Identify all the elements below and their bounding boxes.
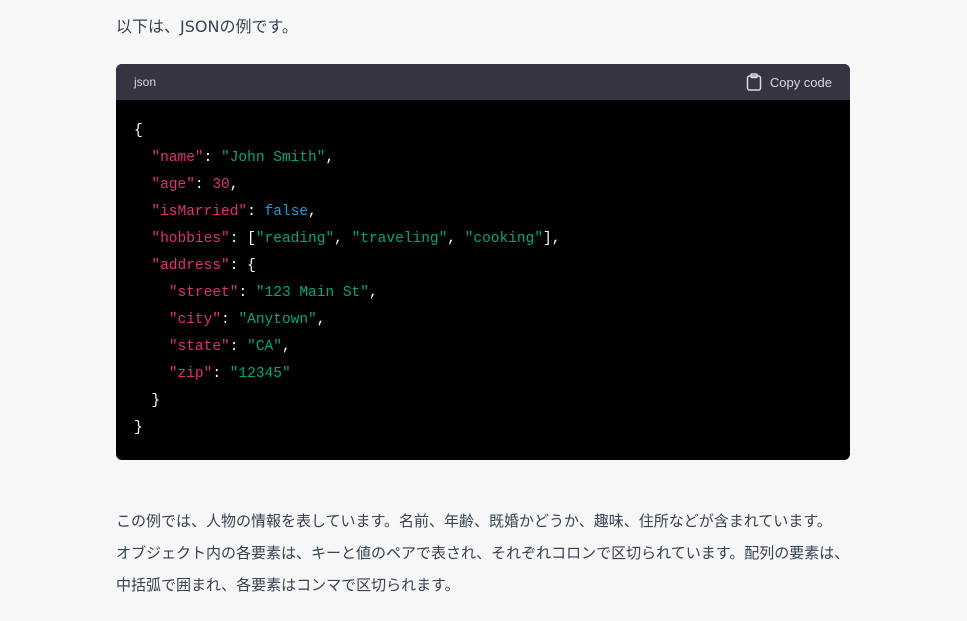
code-punctuation: : — [247, 204, 265, 220]
code-content: { "name": "John Smith", "age": 30, "isMa… — [116, 100, 850, 442]
explanation-line: この例では、人物の情報を表しています。名前、年齢、既婚かどうか、趣味、住所などが… — [116, 512, 832, 530]
code-line: { — [134, 118, 832, 145]
copy-code-label: Copy code — [769, 74, 832, 90]
code-punctuation: { — [134, 123, 143, 139]
code-punctuation — [134, 312, 169, 328]
json-string: "123 Main St" — [255, 285, 369, 301]
copy-code-button[interactable]: Copy code — [746, 73, 832, 91]
code-punctuation: , — [368, 285, 378, 301]
json-string: "cooking" — [464, 231, 544, 247]
code-punctuation: , — [229, 177, 239, 193]
clipboard-icon — [746, 73, 762, 91]
code-punctuation: , — [316, 312, 326, 328]
code-punctuation: : — [221, 312, 239, 328]
json-string: "reading" — [255, 231, 335, 247]
code-punctuation — [134, 231, 151, 247]
code-punctuation: , — [447, 231, 465, 247]
code-punctuation: } — [134, 420, 143, 436]
code-punctuation: : [ — [229, 231, 256, 247]
code-line: "isMarried": false, — [134, 199, 832, 226]
json-string: "traveling" — [351, 231, 448, 247]
json-key: "name" — [151, 150, 204, 166]
code-punctuation: : — [203, 150, 222, 166]
code-punctuation — [134, 150, 151, 166]
explanation-line: オブジェクト内の各要素は、キーと値のペアで表され、それぞれコロンで区切られていま… — [116, 544, 850, 562]
json-key: "hobbies" — [151, 231, 230, 247]
json-key: "zip" — [168, 366, 213, 382]
explanation-line: 中括弧で囲まれ、各要素はコンマで区切られます。 — [116, 576, 460, 594]
code-line: "address": { — [134, 253, 832, 280]
code-punctuation: : — [194, 177, 213, 193]
code-punctuation — [134, 258, 151, 274]
code-block: json Copy code { "name": "John Smith", "… — [116, 64, 850, 460]
code-punctuation: ], — [543, 231, 561, 247]
json-boolean: false — [264, 204, 309, 220]
explanation-text: この例では、人物の情報を表しています。名前、年齢、既婚かどうか、趣味、住所などが… — [116, 505, 856, 601]
code-punctuation — [134, 366, 169, 382]
code-punctuation: , — [308, 204, 317, 220]
json-key: "city" — [168, 312, 222, 328]
code-punctuation: , — [334, 231, 352, 247]
code-punctuation: : — [238, 285, 256, 301]
code-block-header: json Copy code — [116, 64, 850, 100]
code-line: "hobbies": ["reading", "traveling", "coo… — [134, 226, 832, 253]
code-line: "street": "123 Main St", — [134, 280, 832, 307]
code-line: } — [134, 388, 832, 415]
code-punctuation: , — [325, 150, 335, 166]
json-string: "Anytown" — [238, 312, 317, 328]
code-punctuation — [134, 285, 169, 301]
code-line: } — [134, 415, 832, 442]
code-line: "state": "CA", — [134, 334, 832, 361]
json-string: "CA" — [247, 339, 282, 355]
code-line: "name": "John Smith", — [134, 145, 832, 172]
intro-text: 以下は、JSONの例です。 — [116, 17, 298, 36]
code-line: "city": "Anytown", — [134, 307, 832, 334]
code-punctuation: : — [229, 339, 248, 355]
code-punctuation — [134, 204, 151, 220]
code-punctuation: : { — [229, 258, 256, 274]
json-key: "isMarried" — [151, 204, 248, 220]
code-punctuation — [134, 339, 169, 355]
code-punctuation: , — [281, 339, 291, 355]
json-number: 30 — [212, 177, 230, 193]
code-punctuation: : — [212, 366, 230, 382]
json-key: "street" — [168, 285, 239, 301]
code-punctuation — [134, 177, 151, 193]
code-punctuation: } — [134, 393, 161, 409]
json-key: "state" — [168, 339, 230, 355]
code-language-label: json — [134, 75, 157, 89]
code-line: "zip": "12345" — [134, 361, 832, 388]
json-key: "address" — [151, 258, 230, 274]
json-string: "John Smith" — [221, 150, 326, 166]
code-line: "age": 30, — [134, 172, 832, 199]
json-key: "age" — [151, 177, 195, 193]
json-string: "12345" — [229, 366, 291, 382]
